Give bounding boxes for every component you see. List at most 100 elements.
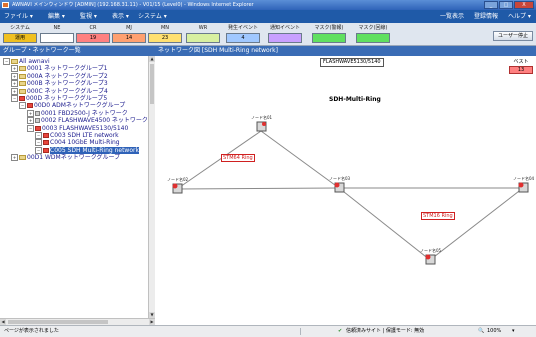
node-icon[interactable] [334, 182, 345, 193]
status-cell: 発生イベント 4 [226, 24, 260, 44]
maximize-button[interactable]: □ [499, 1, 513, 9]
device-icon [35, 110, 40, 116]
tree-item[interactable]: −0003 FLASHWAVE5130/5140 [27, 124, 128, 132]
scroll-thumb-horizontal[interactable] [8, 320, 108, 324]
folder-icon [19, 66, 26, 72]
security-zone[interactable]: 信頼済みサイト | 保護モード: 無効 [346, 326, 424, 336]
expand-toggle-icon[interactable]: − [35, 132, 42, 139]
tree-item[interactable]: +000A ネットワークグループ2 [11, 72, 108, 80]
node-label[interactable]: ノード名02 [167, 177, 188, 183]
expand-toggle-icon[interactable]: − [35, 139, 42, 147]
ring-label-stm16[interactable]: STM16 Ring [421, 212, 455, 220]
node-icon[interactable] [425, 254, 436, 265]
tree-item-label: 000D ネットワークグループ5 [26, 95, 108, 102]
node-label[interactable]: ノード名03 [329, 176, 350, 182]
expand-toggle-icon[interactable]: − [11, 95, 18, 102]
alarm-folder-icon [43, 140, 49, 146]
minimize-button[interactable]: _ [484, 1, 498, 9]
status-cell-value[interactable] [312, 33, 346, 43]
tree-item-label: 000C ネットワークグループ4 [27, 87, 108, 95]
zoom-level[interactable]: 100% [487, 326, 501, 336]
window-title-bar: AWNAVI メインウィンドウ [ADMIN] (192.168.31.11) … [0, 0, 536, 10]
status-cell: マスク(警報) [312, 24, 346, 44]
status-cell: マスク(回線) [356, 24, 390, 44]
alarm-folder-icon [43, 147, 49, 153]
status-cell-value[interactable] [356, 33, 390, 43]
tree-item[interactable]: −00D0 ADMネットワークグループ [19, 102, 125, 110]
link-line [260, 130, 340, 189]
expand-toggle-icon[interactable]: + [27, 117, 34, 125]
expand-toggle-icon[interactable]: + [11, 65, 18, 73]
status-cell-value[interactable]: 23 [148, 33, 182, 43]
status-cell-value[interactable] [268, 33, 302, 43]
tree-item-label: 00D1 WDMネットワークグループ [27, 154, 121, 162]
tree-item-label: 0001 ネットワークグループ1 [27, 65, 108, 73]
expand-toggle-icon[interactable]: + [27, 109, 34, 117]
user-stop-button[interactable]: ユーザー停止 [493, 31, 533, 41]
expand-toggle-icon[interactable]: + [11, 80, 18, 88]
node-label[interactable]: ノード名04 [513, 176, 534, 182]
tree-item-label: 000B ネットワークグループ3 [27, 80, 108, 88]
menu-system[interactable]: システム ▾ [138, 10, 167, 23]
tree-item[interactable]: +00D1 WDMネットワークグループ [11, 154, 121, 162]
node-icon[interactable] [256, 121, 267, 132]
status-cell-label: CR [89, 25, 97, 31]
status-cell-value[interactable]: 19 [76, 33, 110, 43]
tree-item[interactable]: +0001 ネットワークグループ1 [11, 65, 108, 73]
folder-icon [19, 81, 26, 87]
close-button[interactable]: X [514, 1, 534, 9]
zoom-icon: 🔍 [478, 328, 485, 334]
tree-vertical-scrollbar[interactable]: ▲ ▼ [148, 56, 155, 318]
menu-edit[interactable]: 編集 ▾ [48, 10, 65, 23]
system-status-value[interactable]: 運用 [3, 33, 37, 43]
folder-icon [19, 155, 26, 161]
tree-item[interactable]: − All awnavi [3, 58, 50, 65]
expand-toggle-icon[interactable]: + [11, 72, 18, 80]
tree-item-label: C005 SDH Multi-Ring network [50, 146, 139, 154]
expand-toggle-icon[interactable]: − [19, 102, 26, 110]
expand-toggle-icon[interactable]: − [35, 146, 42, 154]
ring-label-stm64[interactable]: STM64 Ring [221, 154, 255, 162]
menu-view[interactable]: 表示 ▾ [112, 10, 129, 23]
tree-item[interactable]: +0002 FLASHWAVE4500 ネットワーク [27, 117, 148, 125]
window-controls: _ □ X [484, 1, 534, 9]
status-cell-value[interactable] [40, 33, 74, 43]
tree-item[interactable]: +0001 FBD2500-J ネットワーク [27, 109, 128, 117]
tree-item[interactable]: − C003 SDH LTE network [35, 132, 119, 139]
menu-registration[interactable]: 登録情報 [474, 10, 498, 23]
divider [300, 328, 301, 335]
tree-item[interactable]: − 000D ネットワークグループ5 [11, 95, 107, 102]
status-cell: WR [186, 24, 220, 44]
zoom-dropdown-icon[interactable]: ▾ [512, 326, 515, 336]
expand-toggle-icon[interactable]: − [27, 124, 34, 132]
menu-monitor[interactable]: 監視 ▾ [80, 10, 97, 23]
expand-toggle-icon[interactable]: + [11, 87, 18, 95]
expand-toggle-icon[interactable]: − [3, 58, 10, 65]
expand-toggle-icon[interactable]: + [11, 154, 18, 162]
menu-file[interactable]: ファイル ▾ [4, 10, 33, 23]
status-cell-label: WR [198, 25, 208, 31]
node-icon[interactable] [172, 183, 183, 194]
status-cell-value[interactable]: 14 [112, 33, 146, 43]
node-label[interactable]: ノード名05 [420, 248, 441, 254]
status-cell: MJ 14 [112, 24, 146, 44]
menu-list-view[interactable]: 一覧表示 [440, 10, 464, 23]
tree-item[interactable]: +000C ネットワークグループ4 [11, 87, 108, 95]
node-icon[interactable] [518, 182, 529, 193]
tree-item[interactable]: +000B ネットワークグループ3 [11, 80, 108, 88]
tree-item-label: 0002 FLASHWAVE4500 ネットワーク [41, 117, 148, 125]
corner-counter: ベスト 13 [509, 58, 533, 74]
tree-item[interactable]: − C005 SDH Multi-Ring network [35, 146, 139, 154]
tree-item[interactable]: − C004 10GbE Multi-Ring [35, 139, 120, 147]
node-label[interactable]: ノード名01 [251, 115, 272, 121]
status-cell-value[interactable]: 4 [226, 33, 260, 43]
group-network-tree: − All awnavi +0001 ネットワークグループ1 +000A ネットワーク… [0, 56, 148, 318]
window-title: AWNAVI メインウィンドウ [ADMIN] (192.168.31.11) … [12, 2, 254, 8]
tree-item-label: C003 SDH LTE network [50, 132, 119, 139]
scroll-thumb[interactable] [150, 64, 154, 104]
menu-help[interactable]: ヘルプ ▾ [508, 10, 531, 23]
tree-horizontal-scrollbar[interactable]: ◀ ▶ [0, 318, 155, 325]
status-cell-value[interactable] [186, 33, 220, 43]
device-type-select[interactable]: FLASHWAVE5130/5140 [320, 58, 384, 67]
tree-item-label: 000A ネットワークグループ2 [27, 72, 108, 80]
